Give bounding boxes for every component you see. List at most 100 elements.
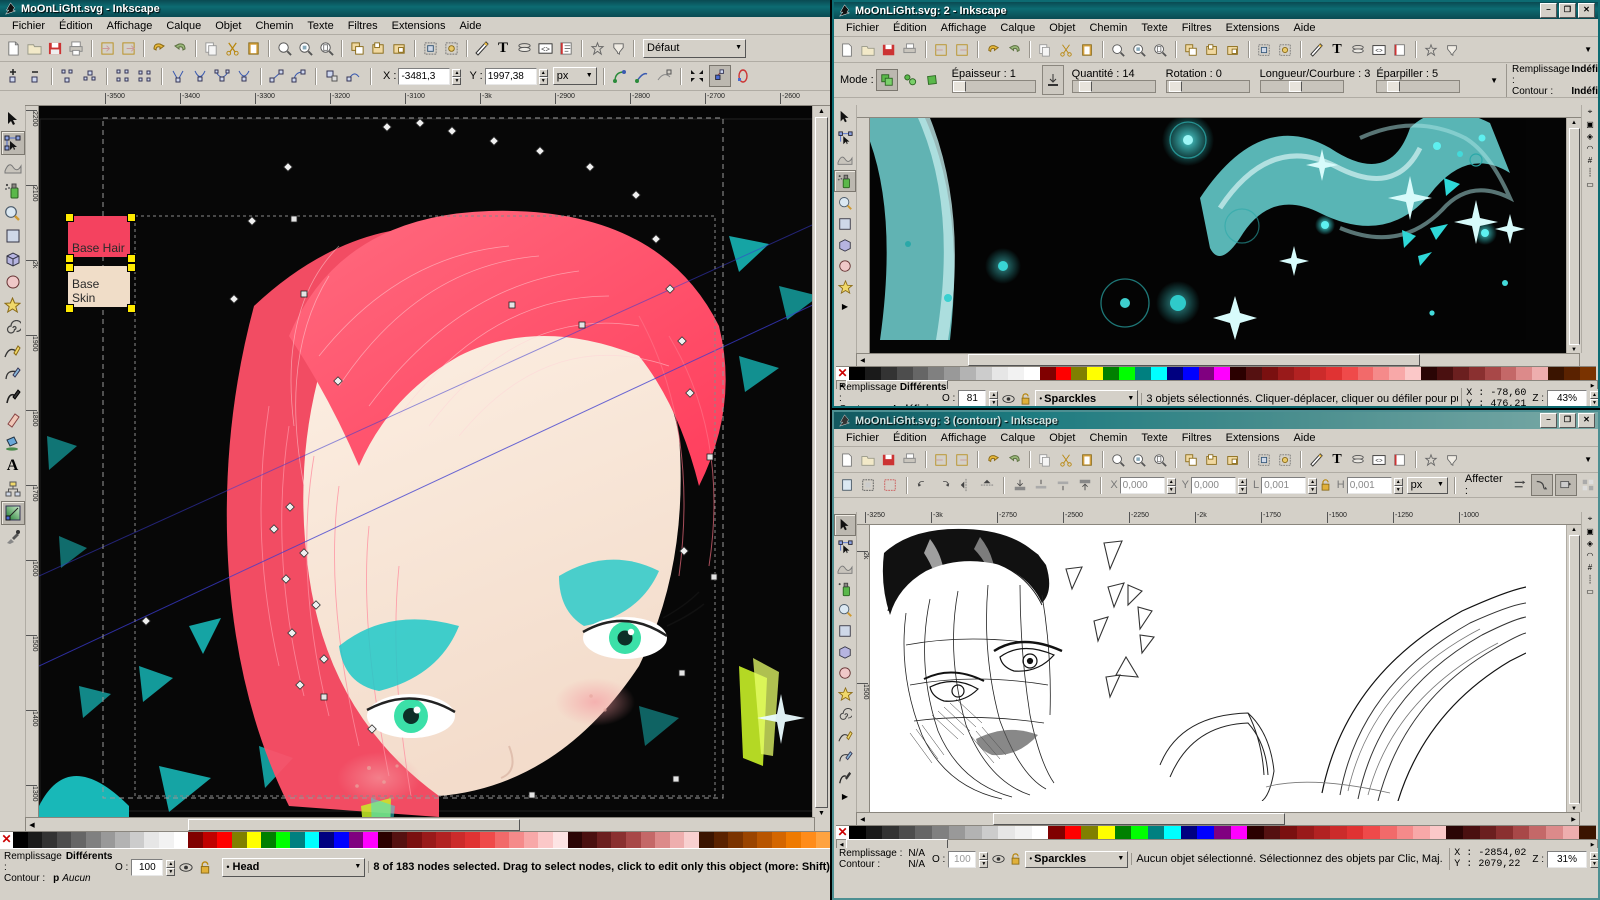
rotate-ccw-icon[interactable] bbox=[913, 475, 933, 495]
text-dialog-icon[interactable]: T bbox=[493, 38, 513, 58]
menu-item-extensions[interactable]: Extensions bbox=[1219, 21, 1287, 35]
ellipse-icon[interactable] bbox=[835, 256, 855, 276]
opacity-input[interactable]: 100 bbox=[131, 858, 164, 876]
menu-item-edition[interactable]: Édition bbox=[886, 21, 934, 35]
window-main[interactable]: MoOnLiGht.svg - Inkscape Fichier Édition… bbox=[0, 0, 830, 900]
export-icon[interactable] bbox=[118, 38, 138, 58]
fill-stroke-indicator[interactable]: Remplissage : Différents Contour : p Ind… bbox=[839, 382, 947, 406]
menu-item-extensions[interactable]: Extensions bbox=[1219, 431, 1287, 445]
window-three-tool-palette[interactable]: ▶ bbox=[834, 512, 857, 812]
print-icon[interactable] bbox=[66, 38, 86, 58]
import-icon[interactable] bbox=[97, 38, 117, 58]
window-three-menubar[interactable]: Fichier Édition Affichage Calque Objet C… bbox=[834, 429, 1598, 447]
undo-icon[interactable] bbox=[149, 38, 169, 58]
delete-segment-icon[interactable] bbox=[135, 66, 155, 86]
xml-editor-icon[interactable]: <> bbox=[1369, 450, 1389, 470]
main-canvas[interactable]: Base Hair Base Skin bbox=[39, 106, 812, 817]
zoom-page-icon[interactable] bbox=[1150, 40, 1170, 60]
window-two-tool-palette[interactable]: ▶ bbox=[834, 105, 857, 353]
scroll-left-arrow[interactable]: ◀ bbox=[837, 842, 846, 848]
scroll-thumb[interactable] bbox=[993, 813, 1285, 825]
gradient-icon[interactable] bbox=[0, 501, 25, 525]
affect-gradients-icon[interactable] bbox=[1554, 474, 1577, 496]
sel-w-spinner[interactable]: ▲ ▼ bbox=[1308, 477, 1318, 494]
snap-path-icon[interactable]: ◠ bbox=[1587, 551, 1594, 560]
rectangle-icon[interactable] bbox=[835, 621, 855, 641]
ellipse-icon[interactable] bbox=[835, 663, 855, 683]
pencil-icon[interactable] bbox=[835, 726, 855, 746]
toolbar-overflow-icon[interactable]: ▼ bbox=[1584, 455, 1598, 464]
fill-stroke-dialog-icon[interactable] bbox=[1306, 40, 1326, 60]
lower-to-bottom-icon[interactable] bbox=[1010, 475, 1030, 495]
affect-rounded-corners-icon[interactable] bbox=[1531, 474, 1553, 496]
node-x-input[interactable]: -3481,3 bbox=[398, 67, 451, 85]
sel-x-spinner[interactable]: ▲ ▼ bbox=[1166, 477, 1176, 494]
spray-width-slider[interactable] bbox=[951, 79, 1036, 93]
main-color-palette[interactable]: ✕ bbox=[0, 831, 830, 849]
tweak-icon[interactable] bbox=[835, 558, 855, 578]
paste-icon[interactable] bbox=[1077, 450, 1097, 470]
scroll-thumb[interactable] bbox=[815, 117, 828, 808]
print-icon[interactable] bbox=[900, 450, 920, 470]
align-dialog-icon[interactable] bbox=[420, 38, 440, 58]
lower-icon[interactable] bbox=[1032, 475, 1052, 495]
affect-patterns-icon[interactable] bbox=[1579, 475, 1598, 495]
menu-item-aide[interactable]: Aide bbox=[1286, 431, 1322, 445]
new-document-icon[interactable] bbox=[3, 38, 23, 58]
object-to-path-icon[interactable] bbox=[322, 66, 342, 86]
scroll-left-arrow[interactable]: ◀ bbox=[857, 816, 868, 823]
redo-icon[interactable] bbox=[170, 38, 190, 58]
layer-visibility-icon[interactable] bbox=[991, 849, 1005, 869]
menu-item-filtres[interactable]: Filtres bbox=[1175, 431, 1219, 445]
sel-x-input[interactable]: 0,000 bbox=[1119, 476, 1165, 494]
palette-swatches[interactable] bbox=[849, 367, 1596, 381]
open-document-icon[interactable] bbox=[858, 450, 878, 470]
rectangle-icon[interactable] bbox=[835, 214, 855, 234]
selection-handle[interactable] bbox=[65, 263, 74, 272]
layers-dialog-icon[interactable] bbox=[1348, 40, 1368, 60]
menu-item-fichier[interactable]: Fichier bbox=[5, 19, 52, 33]
no-color-swatch[interactable]: ✕ bbox=[0, 832, 13, 848]
node-smooth-icon[interactable] bbox=[190, 66, 210, 86]
rectangle-icon[interactable] bbox=[2, 225, 24, 247]
open-document-icon[interactable] bbox=[24, 38, 44, 58]
snap-global-icon[interactable]: ⌖ bbox=[1588, 514, 1593, 524]
path-effect-clip-icon[interactable] bbox=[733, 66, 753, 86]
xml-editor-icon[interactable]: <> bbox=[535, 38, 555, 58]
window-three-right-scrollbar[interactable]: ▲ ▼ bbox=[1566, 525, 1581, 812]
import-icon[interactable] bbox=[931, 40, 951, 60]
menu-item-chemin[interactable]: Chemin bbox=[1082, 431, 1134, 445]
paste-icon[interactable] bbox=[243, 38, 263, 58]
tool-palette-overflow-icon[interactable]: ▶ bbox=[842, 302, 848, 311]
window-three-controls[interactable]: – ❐ ✕ bbox=[1540, 413, 1596, 428]
sel-h-input[interactable]: 0,001 bbox=[1346, 476, 1392, 494]
copy-icon[interactable] bbox=[1035, 450, 1055, 470]
menu-item-calque[interactable]: Calque bbox=[159, 19, 208, 33]
import-icon[interactable] bbox=[931, 450, 951, 470]
cut-icon[interactable] bbox=[222, 38, 242, 58]
document-metadata-icon[interactable] bbox=[1442, 40, 1462, 60]
window-two-right-scrollbar[interactable]: ▲ ▼ bbox=[1566, 118, 1581, 353]
opacity-spinner[interactable]: ▲ ▼ bbox=[166, 859, 176, 876]
group-icon[interactable] bbox=[1202, 40, 1222, 60]
redo-icon[interactable] bbox=[1004, 40, 1024, 60]
window-three-snap-bar[interactable]: ⌖ ▣ ◈ ◠ # ┊ ▭ bbox=[1581, 512, 1598, 812]
scroll-right-arrow[interactable]: ▶ bbox=[1588, 383, 1597, 389]
menu-item-extensions[interactable]: Extensions bbox=[385, 19, 453, 33]
selection-handle[interactable] bbox=[65, 304, 74, 313]
opacity-input[interactable]: 81 bbox=[958, 390, 987, 406]
tweak-icon[interactable] bbox=[835, 149, 855, 169]
break-path-icon[interactable] bbox=[58, 66, 78, 86]
menu-item-calque[interactable]: Calque bbox=[993, 431, 1042, 445]
preferences-icon[interactable] bbox=[587, 38, 607, 58]
zoom-spinner[interactable]: ▲ ▼ bbox=[1590, 851, 1598, 868]
ungroup-icon[interactable] bbox=[1223, 450, 1243, 470]
snap-grid-icon[interactable]: # bbox=[1588, 563, 1592, 572]
lock-aspect-ratio-icon[interactable] bbox=[1319, 475, 1333, 495]
mask-edit-icon[interactable] bbox=[687, 66, 707, 86]
main-node-toolbar[interactable]: X : -3481,3 ▲ ▼ Y : 1997,38 ▲ ▼ px ▼ bbox=[0, 62, 830, 91]
raise-icon[interactable] bbox=[1053, 475, 1073, 495]
canvas-label-base-hair[interactable]: Base Hair bbox=[68, 216, 130, 257]
transform-dialog-icon[interactable] bbox=[1275, 450, 1295, 470]
zoom-page-icon[interactable] bbox=[316, 38, 336, 58]
